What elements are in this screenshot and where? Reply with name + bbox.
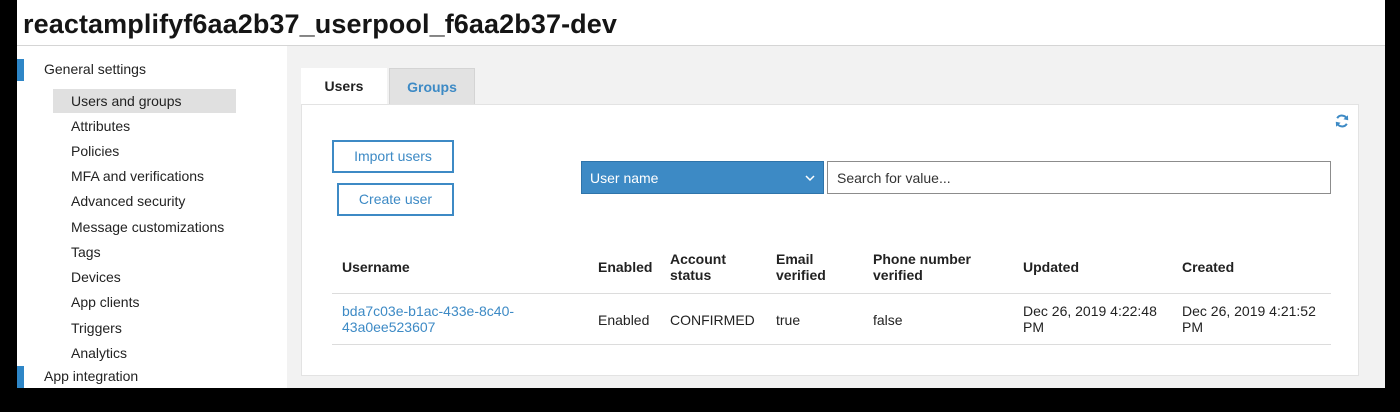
sidebar-item-app-clients[interactable]: App clients bbox=[53, 290, 236, 314]
row-divider bbox=[332, 344, 1331, 345]
sidebar-item-message-customizations[interactable]: Message customizations bbox=[53, 215, 236, 239]
section-marker bbox=[17, 59, 24, 81]
column-header-email-verified[interactable]: Email verified bbox=[776, 251, 836, 283]
search-input[interactable] bbox=[827, 161, 1331, 194]
sidebar-item-mfa-and-verifications[interactable]: MFA and verifications bbox=[53, 164, 236, 188]
sidebar-item-advanced-security[interactable]: Advanced security bbox=[53, 189, 236, 213]
column-header-created[interactable]: Created bbox=[1182, 259, 1234, 275]
tab-users[interactable]: Users bbox=[301, 68, 387, 105]
cell-email-verified: true bbox=[776, 312, 801, 328]
column-header-phone-verified[interactable]: Phone number verified bbox=[873, 251, 983, 283]
header-divider bbox=[332, 293, 1331, 294]
column-header-account-status[interactable]: Account status bbox=[670, 251, 745, 283]
cell-created: Dec 26, 2019 4:21:52 PM bbox=[1182, 303, 1316, 335]
cell-account-status: CONFIRMED bbox=[670, 312, 755, 328]
column-header-username[interactable]: Username bbox=[342, 259, 410, 275]
sidebar-item-tags[interactable]: Tags bbox=[53, 240, 236, 264]
sidebar-section-label: General settings bbox=[44, 61, 146, 77]
sidebar-section-label: App integration bbox=[44, 368, 139, 384]
cell-phone-verified: false bbox=[873, 312, 903, 328]
sidebar: General settings Users and groups Attrib… bbox=[17, 46, 287, 388]
create-user-button[interactable]: Create user bbox=[337, 183, 454, 216]
username-link[interactable]: bda7c03e-b1ac-433e-8c40-43a0ee523607 bbox=[342, 303, 542, 335]
sidebar-section-general-settings[interactable]: General settings bbox=[17, 59, 287, 81]
section-marker bbox=[17, 366, 24, 388]
refresh-icon[interactable] bbox=[1334, 113, 1350, 129]
column-header-updated[interactable]: Updated bbox=[1023, 259, 1079, 275]
tab-groups[interactable]: Groups bbox=[389, 68, 475, 105]
sidebar-item-triggers[interactable]: Triggers bbox=[53, 316, 236, 340]
sidebar-item-users-and-groups[interactable]: Users and groups bbox=[53, 89, 236, 113]
cell-updated: Dec 26, 2019 4:22:48 PM bbox=[1023, 303, 1157, 335]
page-title: reactamplifyf6aa2b37_userpool_f6aa2b37-d… bbox=[23, 9, 617, 39]
import-users-button[interactable]: Import users bbox=[332, 140, 454, 173]
sidebar-item-devices[interactable]: Devices bbox=[53, 265, 236, 289]
sidebar-item-analytics[interactable]: Analytics bbox=[53, 341, 236, 365]
cell-enabled: Enabled bbox=[598, 312, 650, 328]
select-value: User name bbox=[590, 170, 659, 186]
sidebar-item-attributes[interactable]: Attributes bbox=[53, 114, 236, 138]
search-attribute-select[interactable]: User name bbox=[581, 161, 824, 194]
users-panel: Import users Create user User name Usern… bbox=[301, 104, 1359, 376]
sidebar-section-app-integration[interactable]: App integration bbox=[17, 366, 287, 388]
chevron-down-icon bbox=[805, 175, 815, 182]
column-header-enabled[interactable]: Enabled bbox=[598, 259, 652, 275]
title-bar: reactamplifyf6aa2b37_userpool_f6aa2b37-d… bbox=[17, 0, 1385, 46]
app-window: reactamplifyf6aa2b37_userpool_f6aa2b37-d… bbox=[17, 0, 1385, 388]
sidebar-item-policies[interactable]: Policies bbox=[53, 139, 236, 163]
